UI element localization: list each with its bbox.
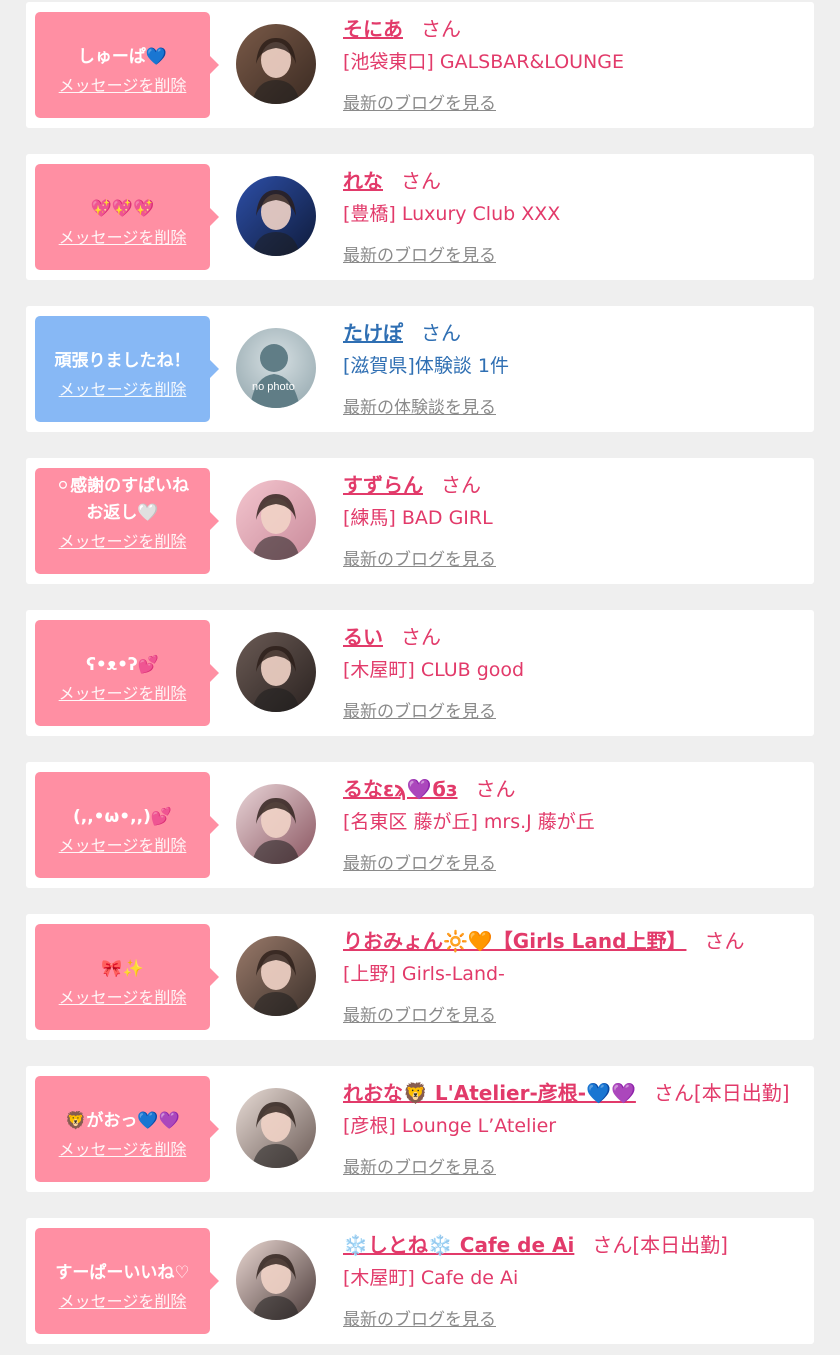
sender-line: れな さん [343, 166, 441, 196]
message-text: 🎀✨ [101, 959, 144, 979]
avatar[interactable] [236, 480, 316, 560]
honorific: さん [421, 321, 461, 345]
sender-name-link[interactable]: るい [343, 625, 383, 649]
message-card: ⚪感謝のすぱいね お返し🤍 メッセージを削除 すずらん さん [練馬] BAD GIRL… [26, 458, 814, 584]
sender-name-link[interactable]: るなεϡ💜ϭз [343, 777, 458, 801]
message-bubble: 頑張りましたね！ メッセージを削除 [35, 316, 219, 422]
message-bubble: 💖💖💖 メッセージを削除 [35, 164, 219, 270]
honorific: さん [441, 473, 481, 497]
avatar[interactable]: no photo [236, 328, 316, 408]
honorific: さん [653, 1081, 694, 1105]
shop-info: [上野] Girls-Land- [343, 963, 505, 985]
sender-name-link[interactable]: れおな🦁 L'Atelier-彦根-💙💜 [343, 1081, 636, 1105]
latest-post-link[interactable]: 最新のブログを見る [343, 92, 496, 116]
message-text: すーぱーいいね♡ [55, 1263, 190, 1283]
sender-name-link[interactable]: そにあ [343, 17, 403, 41]
work-status: [本日出勤] [632, 1233, 728, 1257]
latest-post-link[interactable]: 最新のブログを見る [343, 852, 496, 876]
delete-message-link[interactable]: メッセージを削除 [35, 1136, 210, 1160]
message-bubble: すーぱーいいね♡ メッセージを削除 [35, 1228, 219, 1334]
avatar[interactable] [236, 176, 316, 256]
shop-info: [池袋東口] GALSBAR&LOUNGE [343, 51, 624, 73]
shop-info: [名東区 藤が丘] mrs.J 藤が丘 [343, 811, 595, 833]
message-card: 💖💖💖 メッセージを削除 れな さん [豊橋] Luxury Club XXX 最新のブロ… [26, 154, 814, 280]
delete-message-link[interactable]: メッセージを削除 [35, 376, 210, 400]
sender-line: そにあ さん [343, 14, 461, 44]
shop-info: [滋賀県]体験談 1件 [343, 355, 509, 377]
work-status: [本日出勤] [693, 1081, 790, 1105]
avatar[interactable] [236, 632, 316, 712]
delete-message-link[interactable]: メッセージを削除 [35, 72, 210, 96]
avatar[interactable] [236, 936, 316, 1016]
message-text: しゅーぱ💙 [77, 47, 168, 67]
shop-info: [豊橋] Luxury Club XXX [343, 203, 561, 225]
honorific: さん [401, 625, 441, 649]
message-card: 🦁がおっ💙💜 メッセージを削除 れおな🦁 L'Atelier-彦根-💙💜 さん[本日出… [26, 1066, 814, 1192]
message-card: すーぱーいいね♡ メッセージを削除 ❄️しとね❄️ Cafe de Ai さん[本日出… [26, 1218, 814, 1344]
message-list: しゅーぱ💙 メッセージを削除 そにあ さん [池袋東口] GALSBAR&LOUNGE 最… [0, 0, 840, 1355]
message-text: (,,•ω•,,)💕 [72, 807, 173, 827]
honorific: さん [704, 929, 745, 953]
delete-message-link[interactable]: メッセージを削除 [35, 528, 210, 552]
delete-message-link[interactable]: メッセージを削除 [35, 1288, 210, 1312]
message-card: (,,•ω•,,)💕 メッセージを削除 るなεϡ💜ϭз さん [名東区 藤が丘] mrs… [26, 762, 814, 888]
latest-post-link[interactable]: 最新のブログを見る [343, 548, 496, 572]
avatar[interactable] [236, 784, 316, 864]
message-card: 頑張りましたね！ メッセージを削除 no photo たけぽ さん [滋賀県]体験談 1件… [26, 306, 814, 432]
message-bubble: しゅーぱ💙 メッセージを削除 [35, 12, 219, 118]
sender-name-link[interactable]: すずらん [343, 473, 423, 497]
message-text: 💖💖💖 [90, 199, 155, 219]
sender-line: るなεϡ💜ϭз さん [343, 774, 516, 804]
latest-post-link[interactable]: 最新のブログを見る [343, 1004, 496, 1028]
honorific: さん [421, 17, 461, 41]
message-text: 頑張りましたね！ [54, 351, 191, 371]
delete-message-link[interactable]: メッセージを削除 [35, 680, 210, 704]
avatar[interactable] [236, 1088, 316, 1168]
sender-line: りおみょん🔆🧡【Girls Land上野】 さん [343, 926, 744, 956]
sender-line: たけぽ さん [343, 318, 461, 348]
avatar[interactable] [236, 1240, 316, 1320]
sender-line: るい さん [343, 622, 441, 652]
shop-info: [練馬] BAD GIRL [343, 507, 493, 529]
message-text: 🦁がおっ💙💜 [65, 1111, 180, 1131]
sender-name-link[interactable]: れな [343, 169, 383, 193]
message-text: ⚪感謝のすぱいね お返し🤍 [55, 476, 190, 523]
delete-message-link[interactable]: メッセージを削除 [35, 224, 210, 248]
honorific: さん [401, 169, 441, 193]
latest-post-link[interactable]: 最新の体験談を見る [343, 396, 496, 420]
latest-post-link[interactable]: 最新のブログを見る [343, 1156, 496, 1180]
no-photo-label: no photo [252, 381, 295, 393]
message-bubble: ʕ•ᴥ•ʔ💕 メッセージを削除 [35, 620, 219, 726]
message-bubble: ⚪感謝のすぱいね お返し🤍 メッセージを削除 [35, 468, 219, 574]
latest-post-link[interactable]: 最新のブログを見る [343, 244, 496, 268]
shop-info: [木屋町] Cafe de Ai [343, 1267, 519, 1289]
delete-message-link[interactable]: メッセージを削除 [35, 832, 210, 856]
sender-name-link[interactable]: たけぽ [343, 321, 403, 345]
sender-line: ❄️しとね❄️ Cafe de Ai さん[本日出勤] [343, 1230, 728, 1260]
honorific: さん [592, 1233, 633, 1257]
sender-line: すずらん さん [343, 470, 481, 500]
sender-name-link[interactable]: ❄️しとね❄️ Cafe de Ai [343, 1233, 574, 1257]
honorific: さん [475, 777, 516, 801]
message-card: 🎀✨ メッセージを削除 りおみょん🔆🧡【Girls Land上野】 さん [上野] Gi… [26, 914, 814, 1040]
delete-message-link[interactable]: メッセージを削除 [35, 984, 210, 1008]
sender-line: れおな🦁 L'Atelier-彦根-💙💜 さん[本日出勤] [343, 1078, 790, 1108]
message-card: しゅーぱ💙 メッセージを削除 そにあ さん [池袋東口] GALSBAR&LOUNGE 最… [26, 2, 814, 128]
message-text: ʕ•ᴥ•ʔ💕 [86, 655, 159, 675]
message-bubble: 🦁がおっ💙💜 メッセージを削除 [35, 1076, 219, 1182]
latest-post-link[interactable]: 最新のブログを見る [343, 1308, 496, 1332]
message-card: ʕ•ᴥ•ʔ💕 メッセージを削除 るい さん [木屋町] CLUB good 最新のブログを… [26, 610, 814, 736]
sender-name-link[interactable]: りおみょん🔆🧡【Girls Land上野】 [343, 929, 686, 953]
shop-info: [彦根] Lounge L’Atelier [343, 1115, 557, 1137]
message-bubble: 🎀✨ メッセージを削除 [35, 924, 219, 1030]
latest-post-link[interactable]: 最新のブログを見る [343, 700, 496, 724]
message-bubble: (,,•ω•,,)💕 メッセージを削除 [35, 772, 219, 878]
shop-info: [木屋町] CLUB good [343, 659, 525, 681]
avatar[interactable] [236, 24, 316, 104]
